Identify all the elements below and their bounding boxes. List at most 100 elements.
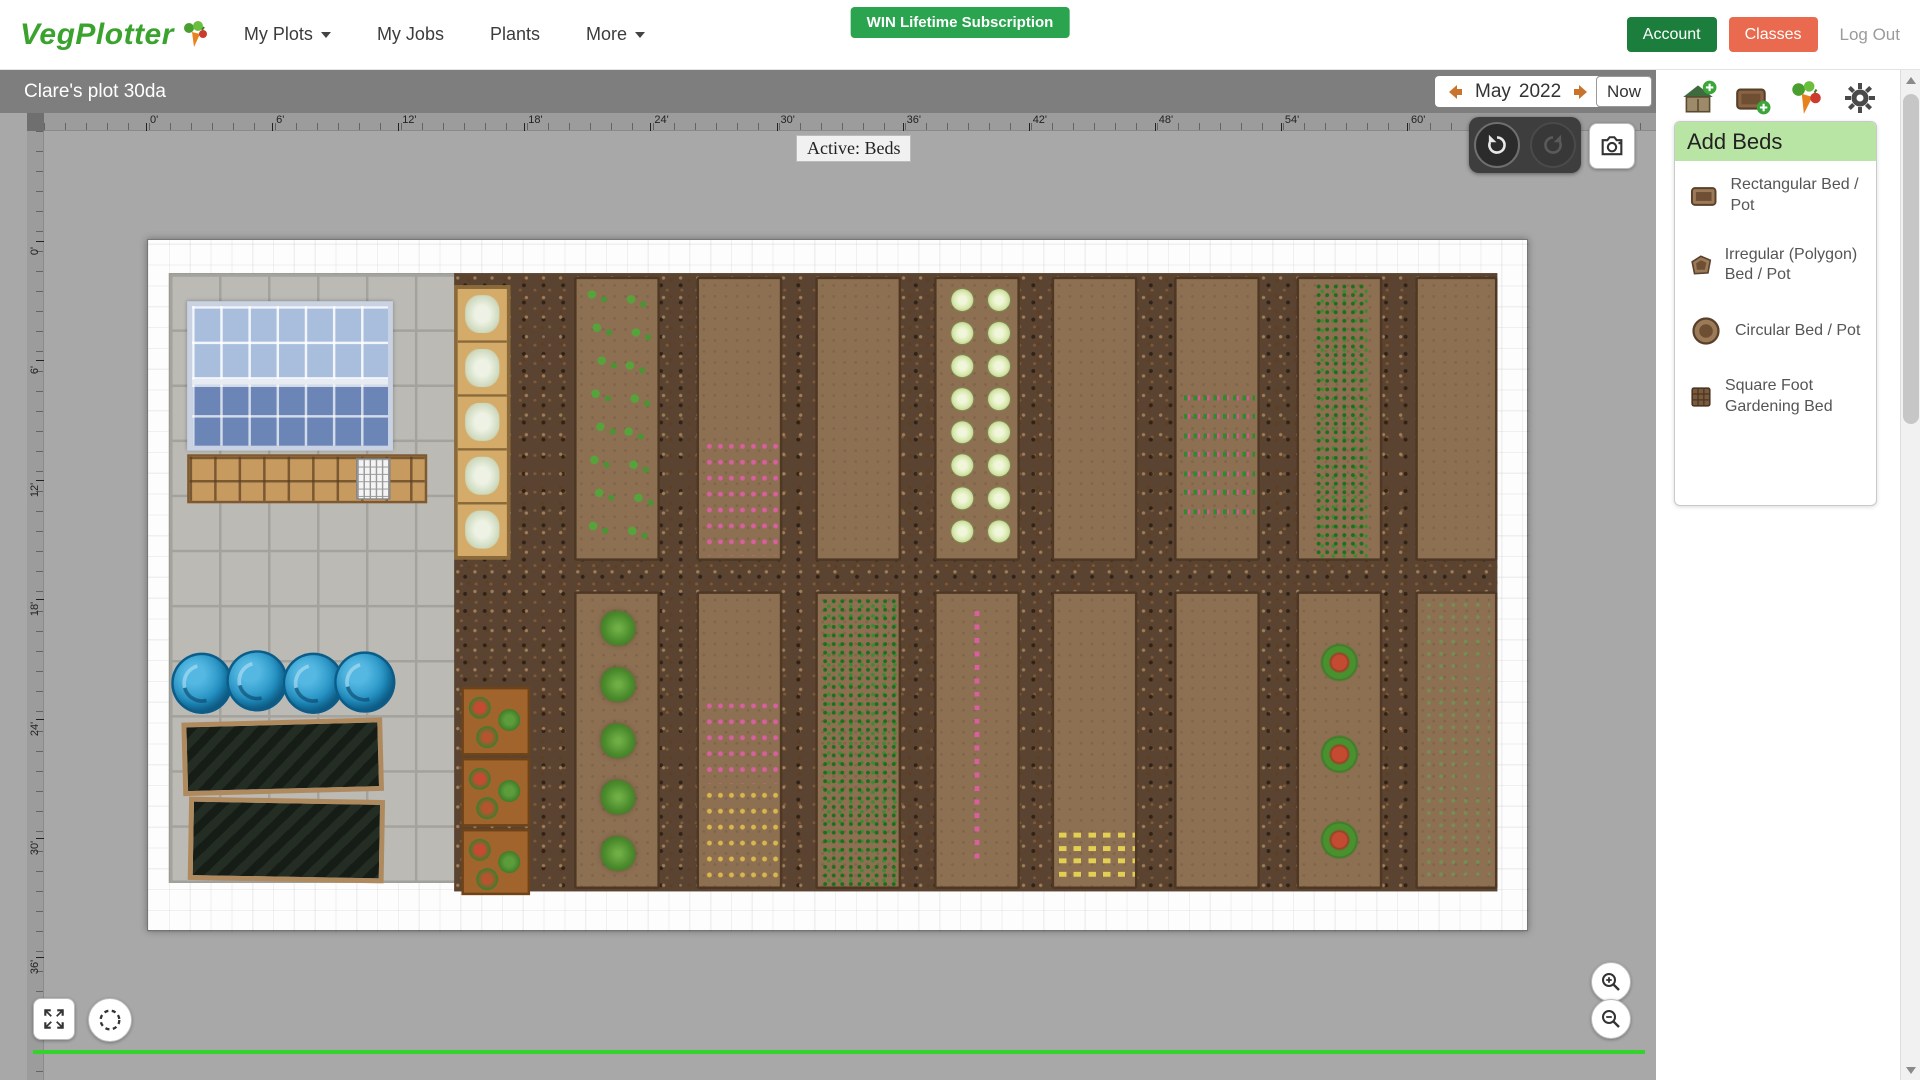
date-navigator: May 2022 <box>1435 76 1601 107</box>
screenshot-button[interactable] <box>1589 123 1635 169</box>
square-foot-bed-icon <box>1689 380 1713 414</box>
panel-item-square-foot-bed[interactable]: Square Foot Gardening Bed <box>1675 362 1876 432</box>
next-month-button[interactable] <box>1569 80 1593 104</box>
panel-item-circular-bed[interactable]: Circular Bed / Pot <box>1675 300 1876 362</box>
zoom-out-button[interactable] <box>1591 999 1631 1039</box>
planter-box[interactable] <box>461 687 530 756</box>
wooden-bed[interactable] <box>454 285 510 559</box>
ruler-label: 24' <box>654 114 668 126</box>
logo[interactable]: VegPlotter <box>20 18 210 52</box>
plant-lettuce <box>988 322 1010 344</box>
now-button[interactable]: Now <box>1596 76 1652 107</box>
ruler-label: 54' <box>1285 114 1299 126</box>
nav-plants[interactable]: Plants <box>490 24 540 45</box>
garden-bed[interactable] <box>815 277 901 561</box>
seed-row-line <box>975 611 980 867</box>
dash-row <box>1059 858 1135 863</box>
account-button[interactable]: Account <box>1627 17 1717 52</box>
planter-box[interactable] <box>461 829 530 895</box>
ruler-label: 48' <box>1159 114 1173 126</box>
prev-month-button[interactable] <box>1443 80 1467 104</box>
scrollbar-thumb[interactable] <box>1903 94 1919 424</box>
logout-link[interactable]: Log Out <box>1840 25 1901 45</box>
compost-bin[interactable] <box>188 797 385 884</box>
plot-boundary-line <box>33 1050 1645 1054</box>
nav-my-jobs[interactable]: My Jobs <box>377 24 444 45</box>
garden-bed[interactable] <box>934 591 1020 889</box>
plant-chard <box>498 709 520 731</box>
nav-more[interactable]: More <box>586 24 645 45</box>
current-month: May <box>1475 81 1511 103</box>
current-year: 2022 <box>1519 81 1561 103</box>
plant-lettuce <box>951 487 973 509</box>
selection-tool-button[interactable] <box>88 998 132 1042</box>
garden-bed[interactable] <box>1052 591 1138 889</box>
carrot-row <box>1184 452 1255 457</box>
ruler-tick <box>777 123 778 131</box>
plant-row-dots <box>704 787 780 883</box>
ruler-label: 0' <box>29 241 41 261</box>
ruler-label: 24' <box>29 719 41 739</box>
water-barrel[interactable] <box>226 650 287 711</box>
greenhouse[interactable] <box>187 301 393 450</box>
garden-bed[interactable] <box>697 277 783 561</box>
ruler-label: 30' <box>781 114 795 126</box>
garden-bed[interactable] <box>1174 277 1260 561</box>
redo-button[interactable] <box>1530 122 1576 168</box>
garden-bed[interactable] <box>1297 277 1383 561</box>
compost-bin[interactable] <box>181 717 384 796</box>
settings-button[interactable] <box>1840 78 1880 118</box>
add-beds-button[interactable] <box>1732 78 1772 118</box>
classes-button[interactable]: Classes <box>1729 17 1818 52</box>
ruler-label: 12' <box>402 114 416 126</box>
plant-sprout <box>628 527 637 536</box>
carrot-row <box>1184 414 1255 419</box>
dash-row <box>1059 833 1135 838</box>
garden-bed[interactable] <box>574 277 660 561</box>
panel-item-rectangular-bed[interactable]: Rectangular Bed / Pot <box>1675 161 1876 231</box>
nav-my-plots[interactable]: My Plots <box>244 24 331 45</box>
garden-bed[interactable] <box>1174 591 1260 889</box>
scroll-down-arrow[interactable] <box>1901 1060 1920 1080</box>
garden-plot-surface[interactable] <box>148 240 1529 932</box>
seed-tray[interactable] <box>187 454 427 503</box>
garden-bed[interactable] <box>1052 277 1138 561</box>
plot-canvas[interactable]: Active: Beds <box>0 113 1656 1080</box>
undo-button[interactable] <box>1474 122 1520 168</box>
plant-leek <box>465 403 499 441</box>
ruler-label: 60' <box>1411 114 1425 126</box>
object-toolbar <box>1656 70 1900 122</box>
garden-plot[interactable] <box>147 239 1528 931</box>
carrot-row <box>1184 396 1255 401</box>
add-plants-button[interactable] <box>1786 78 1826 118</box>
garden-bed[interactable] <box>697 591 783 889</box>
dense-planting <box>823 599 899 887</box>
logo-text: VegPlotter <box>20 18 174 52</box>
panel-title: Add Beds <box>1675 122 1876 161</box>
chevron-down-icon <box>635 32 645 38</box>
plant-beet <box>1320 735 1359 774</box>
garden-bed[interactable] <box>815 591 901 889</box>
window-scrollbar[interactable] <box>1900 70 1920 1080</box>
top-nav: VegPlotter My Plots My Jobs Plants More … <box>0 0 1920 70</box>
garden-bed[interactable] <box>1415 591 1497 889</box>
zoom-in-button[interactable] <box>1591 962 1631 1002</box>
water-barrel[interactable] <box>334 651 395 712</box>
fit-view-button[interactable] <box>33 998 75 1040</box>
arrow-right-icon <box>1571 82 1591 102</box>
win-subscription-button[interactable]: WIN Lifetime Subscription <box>851 7 1070 38</box>
panel-item-polygon-bed[interactable]: Irregular (Polygon) Bed / Pot <box>1675 231 1876 301</box>
ruler-tick <box>1407 123 1408 131</box>
scroll-up-arrow[interactable] <box>1901 70 1920 90</box>
garden-bed[interactable] <box>574 591 660 889</box>
plant-lettuce <box>951 421 973 443</box>
ruler-tick <box>272 123 273 131</box>
garden-bed[interactable] <box>1297 591 1383 889</box>
water-barrel[interactable] <box>171 653 232 714</box>
garden-bed[interactable] <box>1415 277 1497 561</box>
add-structures-button[interactable] <box>1678 78 1718 118</box>
module-tray[interactable] <box>356 458 390 500</box>
ruler-label: 6' <box>29 360 41 380</box>
planter-box[interactable] <box>461 758 530 827</box>
garden-bed[interactable] <box>934 277 1020 561</box>
